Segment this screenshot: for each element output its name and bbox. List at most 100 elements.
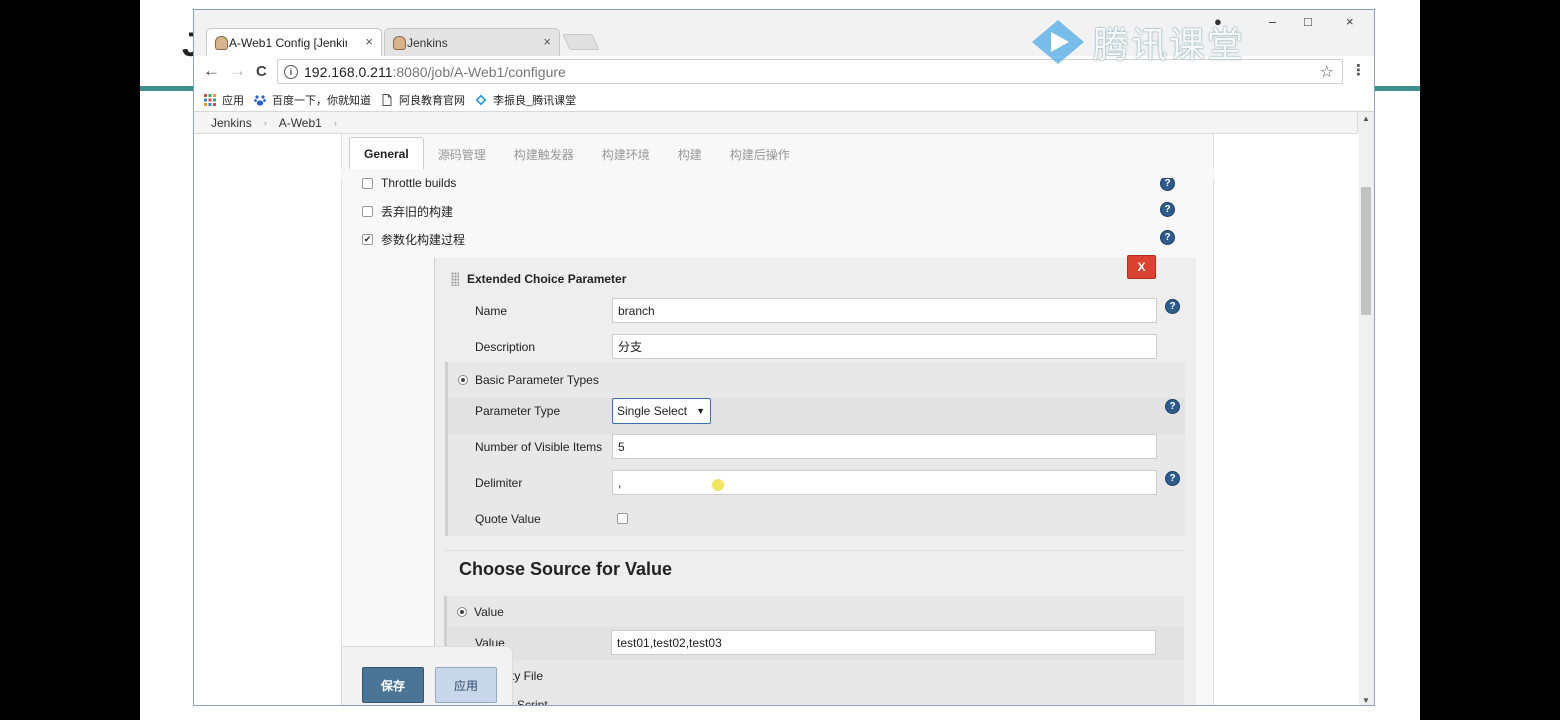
help-icon[interactable]: ? bbox=[1165, 471, 1180, 486]
reload-icon[interactable]: C bbox=[256, 63, 267, 80]
parameterized-checkbox[interactable]: ✔ bbox=[362, 234, 373, 245]
back-icon[interactable]: ← bbox=[203, 61, 220, 81]
breadcrumb-a-web1[interactable]: A-Web1 bbox=[279, 116, 322, 130]
description-input[interactable]: 分支 bbox=[612, 334, 1157, 359]
basic-types-label: Basic Parameter Types bbox=[475, 373, 599, 387]
bookmark-tencent[interactable]: 李振良_腾讯课堂 bbox=[475, 92, 576, 108]
bookmark-star-icon[interactable]: ☆ bbox=[1320, 62, 1334, 82]
baidu-icon bbox=[254, 94, 266, 106]
discard-checkbox[interactable] bbox=[362, 206, 373, 217]
url-host: 192.168.0.211 bbox=[304, 63, 393, 80]
url-path: :8080/job/A-Web1/configure bbox=[392, 63, 566, 80]
breadcrumb-separator-icon: › bbox=[333, 117, 337, 128]
basic-types-radio[interactable] bbox=[458, 375, 468, 385]
tab-close-icon[interactable]: × bbox=[543, 34, 551, 49]
option-label: Throttle builds bbox=[381, 176, 457, 190]
option-label: 参数化构建过程 bbox=[381, 233, 466, 247]
info-icon[interactable]: i bbox=[284, 64, 298, 79]
breadcrumb-jenkins[interactable]: Jenkins bbox=[211, 116, 252, 130]
help-icon[interactable]: ? bbox=[1165, 399, 1180, 414]
apply-button[interactable]: 应用 bbox=[435, 667, 497, 703]
tab-source-management[interactable]: 源码管理 bbox=[424, 146, 500, 169]
tencent-classroom-logo-icon bbox=[1032, 20, 1084, 64]
config-tabs: General 源码管理 构建触发器 构建环境 构建 构建后操作 bbox=[349, 137, 804, 169]
bookmark-label: 李振良_腾讯课堂 bbox=[493, 94, 577, 107]
quote-value-checkbox[interactable] bbox=[617, 513, 628, 524]
throttle-checkbox[interactable] bbox=[362, 177, 373, 189]
bookmarks-bar: 应用 百度一下，你就知道 阿良教育官网 李振良_腾讯课堂 bbox=[194, 88, 1374, 112]
maximize-button[interactable]: □ bbox=[1304, 14, 1312, 29]
section-divider bbox=[445, 550, 1185, 551]
bookmark-label: 应用 bbox=[222, 94, 244, 107]
tab-label: Jenkins bbox=[407, 35, 448, 50]
forward-icon[interactable]: → bbox=[229, 61, 246, 81]
help-icon[interactable]: ? bbox=[1160, 202, 1175, 217]
basic-parameter-types-option[interactable]: Basic Parameter Types bbox=[458, 373, 599, 387]
quote-value-label: Quote Value bbox=[475, 512, 541, 526]
apps-icon bbox=[204, 93, 216, 106]
delimiter-input[interactable]: , bbox=[612, 470, 1157, 495]
save-button[interactable]: 保存 bbox=[362, 667, 424, 703]
bookmark-aliang[interactable]: 阿良教育官网 bbox=[381, 92, 465, 108]
tab-build[interactable]: 构建 bbox=[664, 146, 716, 169]
tencent-classroom-watermark: 腾讯课堂 bbox=[1029, 16, 1245, 68]
close-window-button[interactable]: × bbox=[1346, 14, 1354, 29]
name-input[interactable]: branch bbox=[612, 298, 1157, 323]
visible-items-input[interactable]: 5 bbox=[612, 434, 1157, 459]
header-mask bbox=[344, 169, 1204, 178]
tab-a-web1-config[interactable]: A-Web1 Config [Jenkins] × bbox=[206, 28, 382, 56]
mouse-cursor-highlight bbox=[712, 479, 724, 491]
tab-label: A-Web1 Config [Jenkins] bbox=[229, 35, 347, 50]
bookmark-apps[interactable]: 应用 bbox=[204, 92, 244, 108]
page-icon bbox=[382, 93, 392, 106]
tab-general[interactable]: General bbox=[349, 137, 424, 169]
browser-menu-icon[interactable]: ⋮ bbox=[1351, 61, 1366, 79]
browser-window: A-Web1 Config [Jenkins] × Jenkins × ● – … bbox=[193, 9, 1375, 706]
option-throttle-builds[interactable]: Throttle builds bbox=[362, 176, 456, 190]
bookmark-label: 阿良教育官网 bbox=[399, 94, 465, 107]
visible-items-label: Number of Visible Items bbox=[475, 440, 603, 454]
tab-jenkins[interactable]: Jenkins × bbox=[384, 28, 560, 56]
help-icon[interactable]: ? bbox=[1160, 176, 1175, 191]
bookmark-baidu[interactable]: 百度一下，你就知道 bbox=[254, 92, 371, 108]
page-scrollbar[interactable]: ▲ ▼ bbox=[1357, 112, 1374, 705]
jenkins-content: General 源码管理 构建触发器 构建环境 构建 构建后操作 Throttl… bbox=[194, 134, 1359, 705]
tab-close-icon[interactable]: × bbox=[365, 34, 373, 49]
bookmark-label: 百度一下，你就知道 bbox=[272, 94, 371, 107]
tab-post-build[interactable]: 构建后操作 bbox=[716, 146, 804, 169]
option-label: 丢弃旧的构建 bbox=[381, 205, 454, 219]
value-radio[interactable] bbox=[457, 607, 467, 617]
delimiter-label: Delimiter bbox=[475, 476, 523, 490]
option-discard-old-builds[interactable]: 丢弃旧的构建 bbox=[362, 203, 453, 220]
tab-build-environment[interactable]: 构建环境 bbox=[588, 146, 664, 169]
save-bar: 保存 应用 bbox=[341, 646, 513, 705]
name-label: Name bbox=[475, 304, 508, 318]
drag-handle-icon[interactable] bbox=[451, 272, 459, 286]
delete-parameter-button[interactable]: X bbox=[1127, 255, 1156, 279]
value-input[interactable]: test01,test02,test03 bbox=[611, 630, 1156, 655]
breadcrumb-separator-icon: › bbox=[263, 117, 267, 128]
minimize-button[interactable]: – bbox=[1269, 14, 1276, 29]
parameter-header: Extended Choice Parameter bbox=[451, 272, 626, 286]
help-icon[interactable]: ? bbox=[1160, 230, 1175, 245]
tab-build-triggers[interactable]: 构建触发器 bbox=[500, 146, 588, 169]
tencent-icon bbox=[475, 94, 487, 105]
value-source-option[interactable]: Value bbox=[457, 605, 504, 619]
scroll-down-icon[interactable]: ▼ bbox=[1362, 696, 1370, 705]
watermark-text: 腾讯课堂 bbox=[1093, 25, 1246, 66]
scroll-thumb[interactable] bbox=[1361, 187, 1371, 315]
parameter-type-label: Parameter Type bbox=[475, 404, 561, 418]
breadcrumb: Jenkins › A-Web1 › bbox=[194, 112, 1359, 134]
jenkins-favicon-icon bbox=[215, 36, 228, 50]
scroll-up-icon[interactable]: ▲ bbox=[1362, 114, 1370, 123]
option-parameterized-build[interactable]: ✔ 参数化构建过程 bbox=[362, 231, 465, 248]
parameter-title: Extended Choice Parameter bbox=[467, 272, 627, 286]
new-tab-button[interactable] bbox=[562, 34, 600, 50]
value-radio-label: Value bbox=[474, 605, 504, 619]
parameter-type-select[interactable]: Single Select ▼ bbox=[612, 398, 711, 424]
help-icon[interactable]: ? bbox=[1165, 299, 1180, 314]
description-label: Description bbox=[475, 340, 536, 354]
parameter-type-value: Single Select bbox=[617, 404, 688, 418]
jenkins-favicon-icon bbox=[393, 36, 406, 50]
dropdown-arrow-icon: ▼ bbox=[696, 406, 705, 416]
